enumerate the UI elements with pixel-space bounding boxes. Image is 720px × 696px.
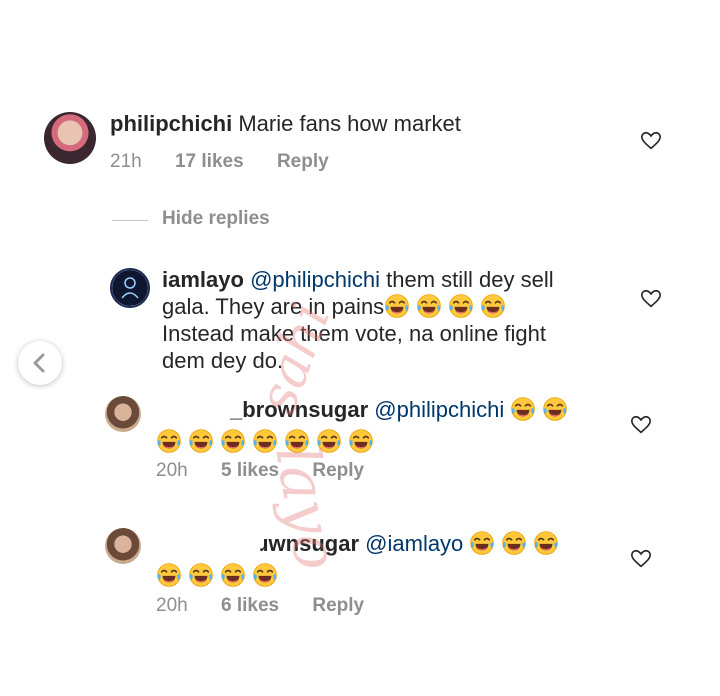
heart-icon[interactable] (630, 414, 652, 436)
laughing-emoji (220, 428, 246, 454)
heart-icon[interactable] (630, 548, 652, 570)
avatar[interactable] (105, 396, 141, 432)
reply2-mention[interactable]: @philipchichi (374, 397, 504, 422)
comment-username[interactable]: philipchichi (110, 111, 232, 136)
chevron-left-icon (33, 353, 45, 373)
comment-body: Marie fans how market (238, 111, 461, 136)
laughing-emoji (510, 396, 536, 422)
carousel-prev-button[interactable] (18, 341, 62, 385)
reply3-reply-button[interactable]: Reply (312, 595, 364, 616)
hide-replies-divider (112, 220, 148, 221)
laughing-emoji (542, 396, 568, 422)
laughing-emoji (348, 428, 374, 454)
laughing-emoji (188, 428, 214, 454)
avatar[interactable] (110, 268, 150, 308)
avatar-image (112, 270, 148, 306)
reply1-line1: them still dey sell (386, 267, 554, 292)
laughing-emoji (384, 293, 410, 319)
reply2-likes[interactable]: 5 likes (221, 460, 279, 481)
reply2-meta: 20h 5 likes Reply (156, 460, 392, 482)
laughing-emoji (220, 562, 246, 588)
reply2-reply-button[interactable]: Reply (312, 460, 364, 481)
laughing-emoji (188, 562, 214, 588)
laughing-emoji (284, 428, 310, 454)
reply3-meta: 20h 6 likes Reply (156, 595, 392, 617)
reply1-line4: dem dey do. (162, 348, 284, 373)
reply3-text: ɹwnsugar @iamlayo (156, 529, 616, 591)
heart-icon[interactable] (640, 288, 662, 310)
laughing-emoji (252, 562, 278, 588)
reply2-username[interactable]: _brownsugar (230, 397, 368, 422)
laughing-emoji (316, 428, 342, 454)
laughing-emoji (252, 428, 278, 454)
reply1-username[interactable]: iamlayo (162, 267, 244, 292)
laughing-emoji (501, 530, 527, 556)
reply3-likes[interactable]: 6 likes (221, 595, 279, 616)
reply1-line2: gala. They are in pains (162, 294, 385, 319)
reply3-mention[interactable]: @iamlayo (365, 531, 463, 556)
laughing-emoji (416, 293, 442, 319)
comment-meta: 21h 17 likes Reply (110, 151, 357, 173)
comment-time: 21h (110, 151, 142, 172)
reply1-mention[interactable]: @philipchichi (250, 267, 380, 292)
laughing-emoji (156, 562, 182, 588)
avatar[interactable] (105, 528, 141, 564)
reply1-line3: Instead make them vote, na online fight (162, 321, 547, 346)
hide-replies-button[interactable]: Hide replies (162, 208, 270, 230)
reply2-time: 20h (156, 460, 188, 481)
reply3-time: 20h (156, 595, 188, 616)
avatar[interactable] (44, 112, 96, 164)
heart-icon[interactable] (640, 130, 662, 152)
laughing-emoji (533, 530, 559, 556)
comment-reply-button[interactable]: Reply (277, 151, 329, 172)
reply3-username[interactable]: ɹwnsugar (260, 531, 359, 556)
laughing-emoji (156, 428, 182, 454)
reply1-text: iamlayo @philipchichi them still dey sel… (162, 266, 602, 374)
laughing-emoji (469, 530, 495, 556)
comment-text: philipchichi Marie fans how market (110, 111, 461, 137)
laughing-emoji (448, 293, 474, 319)
comment-likes[interactable]: 17 likes (175, 151, 244, 172)
laughing-emoji (480, 293, 506, 319)
reply2-text: _brownsugar @philipchichi (156, 395, 616, 457)
